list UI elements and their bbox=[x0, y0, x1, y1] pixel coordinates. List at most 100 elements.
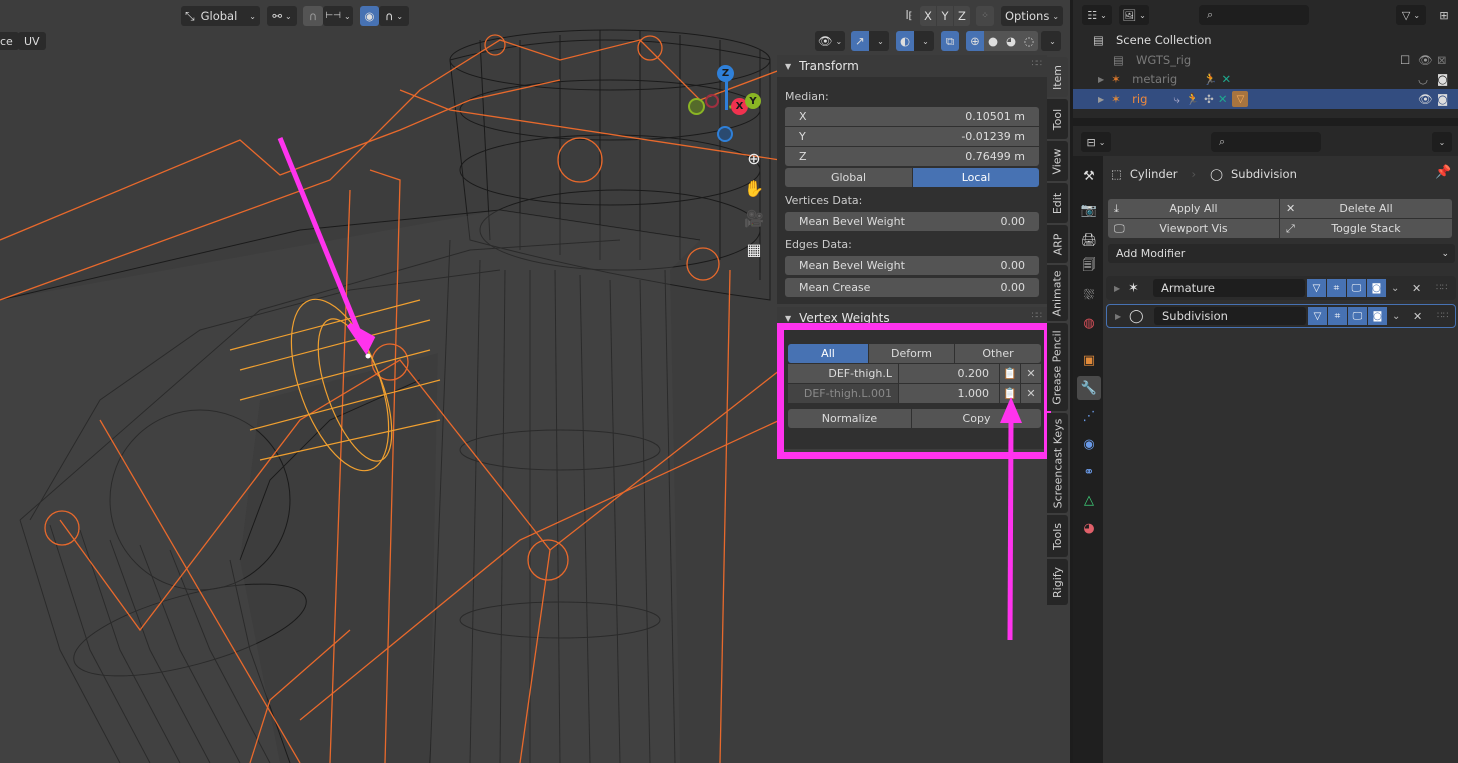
tab-view[interactable]: View bbox=[1047, 141, 1068, 181]
filter-view-dropdown[interactable]: 🖼 ⌄ bbox=[1119, 5, 1149, 25]
editor-type-dropdown[interactable]: ⊟ ⌄ bbox=[1081, 132, 1111, 152]
outliner-item-rig[interactable]: ▶ ✶ rig ⤷ 🏃 ✣ ✕ ▽ 👁 ◙ bbox=[1073, 89, 1458, 109]
auto-merge-toggle[interactable]: ⁘ bbox=[976, 6, 994, 26]
tab-rigify[interactable]: Rigify bbox=[1047, 559, 1068, 605]
tab-animate[interactable]: Animate bbox=[1047, 265, 1068, 321]
viewport-toggle-icon[interactable]: 🖵 bbox=[1347, 279, 1366, 297]
remove-modifier-icon[interactable]: ✕ bbox=[1412, 282, 1421, 295]
modifier-subdivision[interactable]: ▶ ◯ Subdivision ▽ ⌗ 🖵 ◙ ⌄ ✕ ∷∷ bbox=[1106, 304, 1456, 328]
pivot-point-dropdown[interactable]: ⚯ ⌄ bbox=[267, 6, 297, 26]
tab-tools[interactable]: Tools bbox=[1047, 515, 1068, 557]
shading-rendered[interactable]: ◌ bbox=[1020, 31, 1038, 51]
tab-item[interactable]: Item bbox=[1047, 57, 1068, 97]
mode-tab-ce[interactable]: ce bbox=[0, 32, 19, 50]
cage-toggle-icon[interactable]: ⌗ bbox=[1328, 307, 1347, 325]
transform-orientation-dropdown[interactable]: ⤡ Global ⌄ bbox=[181, 6, 260, 26]
outliner-item-scene-collection[interactable]: ▤ Scene Collection bbox=[1073, 30, 1458, 50]
world-tab-icon[interactable]: ◍ bbox=[1077, 311, 1101, 335]
remove-modifier-icon[interactable]: ✕ bbox=[1413, 310, 1422, 323]
gizmo-dropdown[interactable]: ⌄ bbox=[869, 31, 889, 51]
expand-arrow-icon[interactable]: ▶ bbox=[1114, 284, 1120, 293]
apply-all-button[interactable]: ⤓ Apply All bbox=[1108, 199, 1279, 218]
camera-view-icon[interactable]: 🎥 bbox=[743, 207, 765, 229]
mode-tab-uv[interactable]: UV bbox=[18, 32, 46, 50]
new-collection-button[interactable]: ⊞ bbox=[1434, 5, 1454, 25]
navigation-gizmo[interactable]: Z X Y bbox=[685, 60, 765, 150]
viewport-toggle-icon[interactable]: 🖵 bbox=[1348, 307, 1367, 325]
constraints-tab-icon[interactable]: ⚭ bbox=[1077, 460, 1101, 484]
outliner-item-metarig[interactable]: ▶ ✶ metarig 🏃 ✕ ◡ ◙ bbox=[1073, 69, 1458, 89]
material-tab-icon[interactable]: ◕ bbox=[1077, 516, 1101, 540]
zoom-icon[interactable]: ⊕ bbox=[743, 147, 765, 169]
xray-toggle[interactable]: ⧉ bbox=[941, 31, 959, 51]
camera-render-icon[interactable]: ◙ bbox=[1437, 92, 1448, 106]
view-layer-tab-icon[interactable]: 🗐 bbox=[1077, 255, 1101, 279]
gizmo-toggle[interactable]: ↗ bbox=[851, 31, 869, 51]
mesh-data-tab-icon[interactable]: △ bbox=[1077, 488, 1101, 512]
render-disabled-icon[interactable]: ⊠ bbox=[1437, 53, 1447, 67]
shading-dropdown[interactable]: ⌄ bbox=[1041, 31, 1061, 51]
mirror-z-toggle[interactable]: Z bbox=[954, 6, 970, 26]
gizmo-y-axis[interactable]: Y bbox=[745, 93, 761, 109]
modifiers-tab-icon[interactable]: 🔧 bbox=[1077, 376, 1101, 400]
shading-wireframe[interactable]: ⊕ bbox=[966, 31, 984, 51]
render-toggle-icon[interactable]: ◙ bbox=[1368, 307, 1387, 325]
expand-arrow-icon[interactable]: ▶ bbox=[1115, 312, 1121, 321]
expand-arrow-icon[interactable]: ▶ bbox=[1098, 95, 1104, 104]
overlay-dropdown[interactable]: ⌄ bbox=[914, 31, 934, 51]
tool-tab-icon[interactable]: ⚒ bbox=[1077, 164, 1101, 188]
gizmo-z-axis[interactable]: Z bbox=[717, 65, 734, 82]
eye-icon[interactable]: 👁 bbox=[1418, 53, 1433, 67]
eye-icon[interactable]: 👁 bbox=[1418, 92, 1433, 106]
falloff-dropdown[interactable]: ∩ ⌄ bbox=[379, 6, 409, 26]
drag-grip-icon[interactable]: ∷∷ bbox=[1032, 311, 1043, 321]
overlay-toggle[interactable]: ◐ bbox=[896, 31, 914, 51]
render-tab-icon[interactable]: 📷 bbox=[1077, 198, 1101, 222]
outliner-search-input[interactable]: ⌕ bbox=[1199, 5, 1309, 25]
median-y-field[interactable]: Y -0.01239 m bbox=[785, 127, 1039, 146]
mirror-y-toggle[interactable]: Y bbox=[937, 6, 953, 26]
properties-search-input[interactable]: ⌕ bbox=[1211, 132, 1321, 152]
pin-icon[interactable]: 📌 bbox=[1435, 165, 1451, 180]
render-toggle-icon[interactable]: ◙ bbox=[1367, 279, 1386, 297]
output-tab-icon[interactable]: 🖨 bbox=[1077, 228, 1101, 252]
gizmo-neg-y-axis[interactable] bbox=[688, 98, 705, 115]
vertex-mean-bevel-weight-field[interactable]: Mean Bevel Weight 0.00 bbox=[785, 212, 1039, 231]
outliner-item-wgts-rig[interactable]: ▤ WGTS_rig ☐ 👁 ⊠ bbox=[1073, 50, 1458, 70]
edit-mode-toggle-icon[interactable]: ▽ bbox=[1308, 307, 1327, 325]
proportional-editing-toggle[interactable]: ◉ bbox=[360, 6, 379, 26]
median-x-field[interactable]: X 0.10501 m bbox=[785, 107, 1039, 126]
edge-mean-bevel-weight-field[interactable]: Mean Bevel Weight 0.00 bbox=[785, 256, 1039, 275]
particles-tab-icon[interactable]: ⋰ bbox=[1077, 404, 1101, 428]
modifier-name-input[interactable]: Armature bbox=[1153, 279, 1305, 297]
local-space-button[interactable]: Local bbox=[913, 168, 1039, 187]
object-tab-icon[interactable]: ▣ bbox=[1077, 348, 1101, 372]
tab-arp[interactable]: ARP bbox=[1047, 225, 1068, 263]
gizmo-neg-x-axis[interactable] bbox=[705, 94, 719, 108]
shading-solid[interactable]: ● bbox=[984, 31, 1002, 51]
exclude-checkbox[interactable]: ☐ bbox=[1400, 53, 1410, 67]
viewport-vis-button[interactable]: 🖵 Viewport Vis bbox=[1108, 219, 1279, 238]
display-mode-dropdown[interactable]: ☷ ⌄ bbox=[1082, 5, 1112, 25]
mirror-x-toggle[interactable]: X bbox=[920, 6, 936, 26]
tab-tool[interactable]: Tool bbox=[1047, 99, 1068, 139]
selectability-dropdown[interactable]: 👁 ⌄ bbox=[815, 31, 845, 51]
physics-tab-icon[interactable]: ◉ bbox=[1077, 432, 1101, 456]
tab-edit[interactable]: Edit bbox=[1047, 183, 1068, 223]
drag-grip-icon[interactable]: ∷∷ bbox=[1437, 311, 1448, 321]
edge-mean-crease-field[interactable]: Mean Crease 0.00 bbox=[785, 278, 1039, 297]
add-modifier-dropdown[interactable]: Add Modifier ⌄ bbox=[1108, 244, 1455, 263]
edit-mode-toggle-icon[interactable]: ▽ bbox=[1307, 279, 1326, 297]
ortho-grid-icon[interactable]: ▦ bbox=[743, 238, 765, 260]
pan-hand-icon[interactable]: ✋ bbox=[743, 177, 765, 199]
toggle-stack-button[interactable]: ⤢ Toggle Stack bbox=[1280, 219, 1452, 238]
transform-panel-header[interactable]: ▼ Transform ∷∷ bbox=[777, 55, 1047, 77]
shading-material-preview[interactable]: ◕ bbox=[1002, 31, 1020, 51]
modifier-menu-chevron-icon[interactable]: ⌄ bbox=[1391, 283, 1399, 294]
global-space-button[interactable]: Global bbox=[785, 168, 912, 187]
drag-grip-icon[interactable]: ∷∷ bbox=[1436, 283, 1447, 293]
delete-all-button[interactable]: ✕ Delete All bbox=[1280, 199, 1452, 218]
cage-toggle-icon[interactable]: ⌗ bbox=[1327, 279, 1346, 297]
tab-grease-pencil[interactable]: Grease Pencil bbox=[1047, 323, 1068, 411]
drag-grip-icon[interactable]: ∷∷ bbox=[1032, 59, 1043, 69]
